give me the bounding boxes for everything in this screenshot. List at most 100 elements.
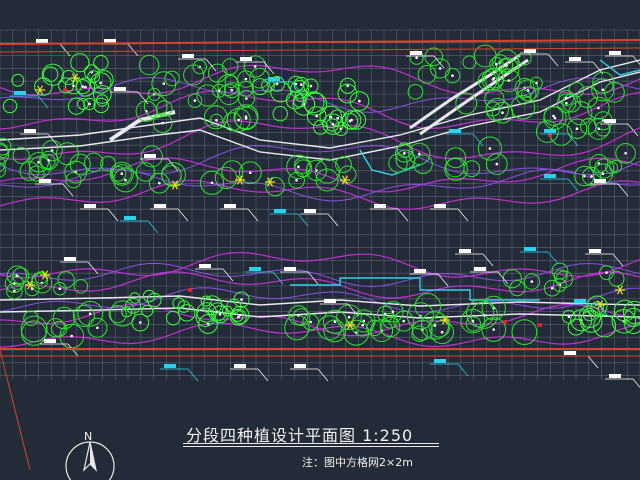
leader-line bbox=[397, 208, 409, 222]
tree-center-mark bbox=[245, 97, 248, 100]
label-tag bbox=[199, 264, 211, 268]
tree-center-mark bbox=[550, 286, 554, 290]
tree-center-mark bbox=[120, 172, 124, 175]
label-tag bbox=[609, 51, 621, 55]
marker-dot bbox=[188, 288, 192, 292]
label-tag bbox=[574, 299, 586, 303]
shrub-symbol bbox=[42, 66, 59, 82]
shrub-symbol bbox=[165, 310, 181, 326]
label-tag bbox=[224, 204, 236, 208]
tree-center-mark bbox=[492, 77, 496, 80]
tree-center-mark bbox=[158, 181, 161, 185]
marker-dot bbox=[538, 323, 542, 327]
tree-center-mark bbox=[331, 122, 335, 126]
tree-symbol bbox=[388, 153, 408, 173]
tree-center-mark bbox=[348, 119, 352, 123]
label-tag bbox=[434, 204, 446, 208]
shrub-symbol bbox=[129, 292, 141, 304]
tree-center-mark bbox=[526, 89, 530, 92]
label-tag bbox=[274, 209, 286, 213]
tree-center-mark bbox=[244, 77, 248, 81]
tree-center-mark bbox=[58, 287, 62, 291]
tree-center-mark bbox=[583, 174, 586, 178]
shrub-symbol bbox=[70, 53, 90, 73]
shrub-symbol bbox=[304, 92, 328, 116]
tree-center-mark bbox=[210, 181, 214, 185]
leader-line bbox=[482, 253, 494, 267]
tree-center-mark bbox=[601, 88, 605, 92]
tree-center-mark bbox=[309, 84, 313, 88]
tree-center-mark bbox=[300, 83, 303, 86]
tree-center-mark bbox=[597, 127, 601, 131]
tree-center-mark bbox=[206, 322, 210, 326]
tree-center-mark bbox=[418, 152, 421, 156]
leader-line bbox=[247, 208, 259, 222]
tree-center-mark bbox=[193, 99, 197, 102]
leader-line bbox=[587, 355, 599, 369]
tree-symbol bbox=[69, 153, 91, 175]
tree-symbol bbox=[12, 146, 30, 164]
tree-symbol bbox=[45, 318, 66, 338]
label-tag bbox=[164, 364, 176, 368]
north-label: N bbox=[84, 430, 93, 443]
tree-center-mark bbox=[15, 274, 19, 277]
tree-center-mark bbox=[495, 63, 498, 66]
tree-center-mark bbox=[362, 319, 366, 323]
tree-center-mark bbox=[162, 82, 166, 85]
tree-center-mark bbox=[249, 171, 252, 174]
tree-center-mark bbox=[358, 99, 361, 103]
label-tag bbox=[410, 51, 422, 55]
tree-center-mark bbox=[84, 85, 87, 89]
shrub-symbol bbox=[34, 77, 53, 96]
tree-center-mark bbox=[88, 102, 91, 106]
tree-center-mark bbox=[601, 172, 605, 175]
shrub-symbol bbox=[67, 97, 86, 115]
label-tag bbox=[284, 267, 296, 271]
shrub-symbol bbox=[141, 304, 154, 317]
tree-symbol bbox=[20, 315, 48, 343]
tree-center-mark bbox=[88, 312, 92, 316]
leader-line bbox=[627, 123, 639, 137]
tree-center-mark bbox=[297, 165, 300, 169]
tree-center-mark bbox=[295, 179, 298, 182]
label-tag bbox=[594, 179, 606, 183]
tree-center-mark bbox=[440, 330, 444, 334]
tree-center-mark bbox=[253, 65, 257, 68]
leader-line bbox=[457, 208, 469, 222]
tree-center-mark bbox=[347, 315, 351, 319]
label-tag bbox=[44, 339, 56, 343]
leader-line bbox=[127, 43, 139, 57]
tree-center-mark bbox=[438, 67, 442, 70]
title-underline-double bbox=[183, 446, 439, 447]
tree-center-mark bbox=[391, 310, 395, 314]
label-tag bbox=[374, 204, 386, 208]
label-tag bbox=[304, 209, 316, 213]
tree-center-mark bbox=[501, 111, 504, 114]
label-tag bbox=[124, 216, 136, 220]
tree-center-mark bbox=[240, 298, 243, 301]
leader-line bbox=[617, 183, 629, 197]
leader-line bbox=[59, 43, 71, 57]
label-tag bbox=[324, 299, 336, 303]
cad-plan-canvas bbox=[0, 29, 640, 480]
tree-center-mark bbox=[605, 271, 608, 274]
shrub-symbol bbox=[270, 81, 292, 103]
tree-center-mark bbox=[230, 88, 234, 92]
tree-center-mark bbox=[433, 324, 437, 327]
tree-center-mark bbox=[244, 115, 248, 118]
tree-center-mark bbox=[72, 84, 75, 88]
leader-line bbox=[317, 368, 329, 382]
tree-center-mark bbox=[161, 121, 164, 125]
shrub-symbol bbox=[272, 106, 288, 122]
leader-line bbox=[567, 178, 579, 192]
leader-line bbox=[147, 220, 159, 234]
tree-center-mark bbox=[218, 313, 222, 316]
tree-center-mark bbox=[47, 159, 51, 162]
shrub-symbol bbox=[93, 97, 109, 114]
label-tag bbox=[249, 267, 261, 271]
tree-center-mark bbox=[403, 152, 406, 155]
leader-line bbox=[457, 363, 469, 377]
tree-center-mark bbox=[597, 106, 600, 110]
label-tag bbox=[24, 129, 36, 133]
tree-center-mark bbox=[471, 319, 475, 323]
